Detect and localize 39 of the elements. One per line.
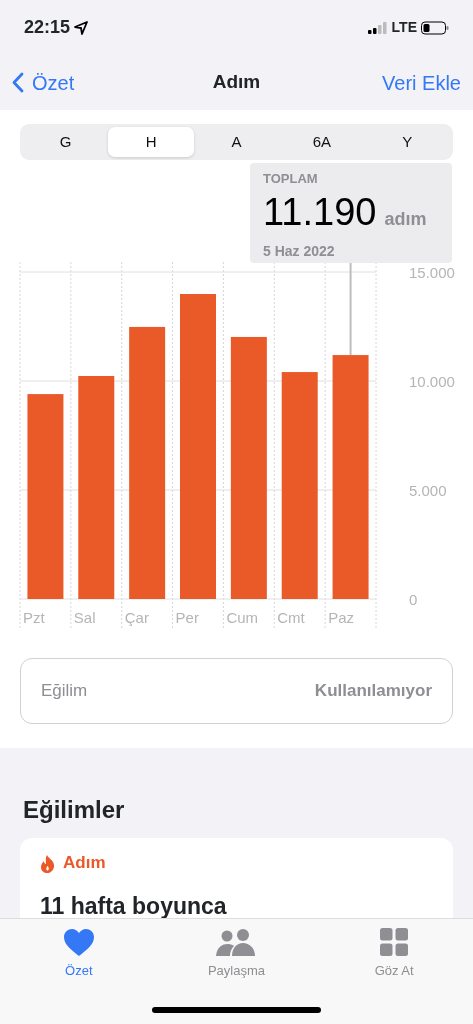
total-label: TOPLAM: [263, 170, 319, 188]
network-label: LTE: [391, 18, 417, 37]
trend-headline: 11 hafta boyunca: [40, 893, 228, 919]
add-data-button[interactable]: Veri Ekle: [382, 67, 461, 98]
chevron-left-icon: [12, 72, 24, 93]
location-arrow-icon: [74, 21, 89, 36]
axis-day-label: Cmt: [277, 609, 305, 626]
clock-time: 22:15: [24, 16, 71, 39]
grid-icon: [380, 928, 409, 956]
heart-icon: [63, 928, 94, 956]
trend-label: Eğilim: [41, 680, 88, 703]
signal-icon: [367, 22, 388, 35]
battery-icon: [421, 21, 449, 36]
range-tab[interactable]: G: [23, 127, 109, 157]
axis-tick-label: 10.000: [409, 373, 455, 390]
total-value: 11.190: [263, 192, 377, 231]
axis-day-label: Cum: [226, 609, 259, 626]
axis-day-label: Per: [175, 609, 199, 626]
axis-tick-label: 0: [409, 591, 418, 608]
section-title: Eğilimler: [23, 795, 126, 825]
date-label: 5 Haz 2022: [263, 241, 336, 261]
range-tab[interactable]: H: [108, 127, 194, 157]
range-tab[interactable]: A: [193, 127, 280, 157]
people-icon: [216, 928, 257, 956]
range-tab[interactable]: Y: [364, 127, 451, 157]
back-button[interactable]: Özet: [12, 67, 75, 98]
tab-bar-item[interactable]: Özet: [23, 927, 134, 981]
axis-tick-label: 15.000: [409, 264, 455, 281]
axis-day-label: Çar: [124, 609, 149, 626]
flame-icon: [40, 854, 55, 873]
axis-tick-label: 5.000: [409, 482, 447, 499]
trend-category: Adım: [63, 852, 106, 874]
axis-day-label: Pzt: [23, 609, 45, 626]
unit-label: adım: [384, 207, 427, 231]
range-tab[interactable]: 6A: [279, 127, 365, 157]
axis-day-label: Paz: [328, 609, 354, 626]
page-title: Adım: [212, 70, 261, 95]
axis-day-label: Sal: [73, 609, 96, 626]
trend-value: Kullanılamıyor: [314, 680, 432, 703]
